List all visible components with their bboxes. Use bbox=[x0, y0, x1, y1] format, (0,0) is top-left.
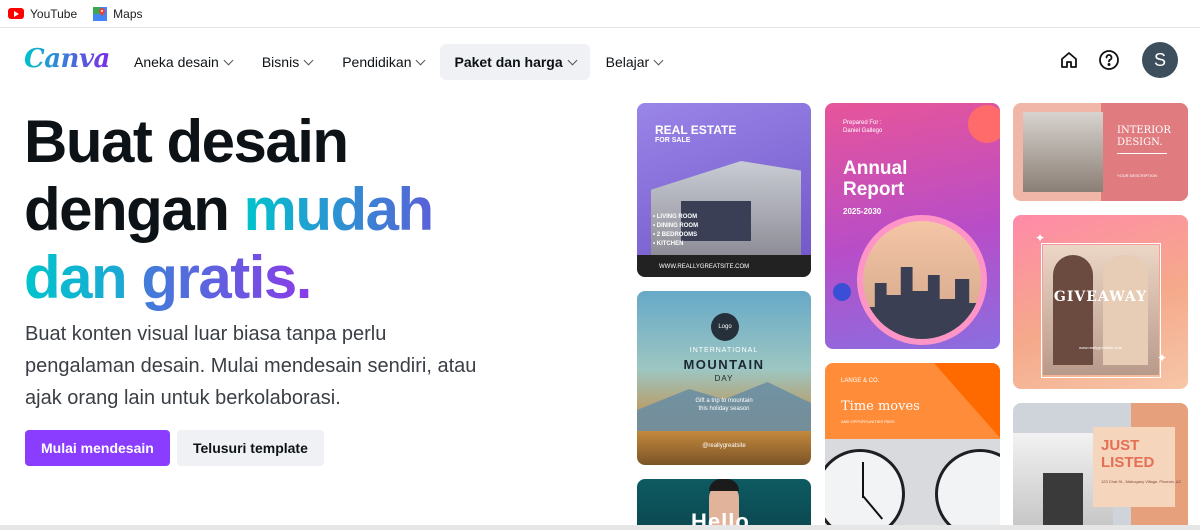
menu-label: Paket dan harga bbox=[454, 54, 563, 70]
template-title: GIVEAWAY bbox=[1053, 289, 1148, 305]
title-line: DESIGN. bbox=[1117, 137, 1163, 148]
menu-pendidikan[interactable]: Pendidikan bbox=[328, 44, 438, 80]
chevron-down-icon bbox=[303, 55, 314, 65]
main-menu: Aneka desain Bisnis Pendidikan Paket dan… bbox=[120, 44, 676, 80]
hero-title-text: dengan bbox=[24, 176, 244, 243]
hero-title-line-1: Buat desain bbox=[24, 108, 349, 175]
template-annual-report[interactable]: Prepared For : Daniel Gallego Annual Rep… bbox=[825, 103, 1000, 349]
title-line: LISTED bbox=[1101, 454, 1155, 471]
room-image bbox=[1023, 112, 1103, 192]
youtube-icon bbox=[8, 8, 24, 19]
menu-label: Aneka desain bbox=[134, 54, 219, 70]
template-title: JUST LISTED bbox=[1101, 437, 1154, 471]
template-brand: LANGE & CO. bbox=[841, 378, 880, 384]
menu-aneka-desain[interactable]: Aneka desain bbox=[120, 44, 246, 80]
decor-panel bbox=[1101, 103, 1188, 201]
template-mountain-day[interactable]: Logo INTERNATIONAL MOUNTAIN DAY Gift a t… bbox=[637, 291, 811, 465]
hero-subtitle: Buat konten visual luar biasa tanpa perl… bbox=[25, 323, 477, 409]
template-title: Time moves bbox=[841, 399, 920, 414]
template-years: 2025-2030 bbox=[843, 207, 882, 216]
hero-title-highlight: mudah bbox=[243, 176, 435, 243]
bookmark-label: YouTube bbox=[30, 6, 78, 21]
template-line-3: DAY bbox=[714, 374, 734, 383]
bookmarks-bar: YouTube Maps bbox=[0, 0, 1200, 28]
template-handle: @reallygreatsite bbox=[702, 443, 746, 449]
feature-item: • LIVING ROOM bbox=[653, 214, 698, 220]
hero-title: Buat desain dengan mudah dan gratis. bbox=[24, 108, 624, 312]
person-hair bbox=[709, 479, 739, 491]
maps-icon bbox=[93, 6, 108, 21]
feature-item: • KITCHEN bbox=[653, 241, 684, 247]
template-hello[interactable]: Hello bbox=[637, 479, 811, 525]
bookmark-youtube[interactable]: YouTube bbox=[8, 7, 77, 21]
photo-frame bbox=[1041, 243, 1161, 378]
template-features: • LIVING ROOM • DINING ROOM • 2 BEDROOMS… bbox=[653, 213, 698, 249]
start-designing-button[interactable]: Mulai mendesain bbox=[25, 430, 170, 466]
template-interior-design[interactable]: INTERIOR DESIGN. YOUR DESCRIPTION bbox=[1013, 103, 1188, 201]
divider bbox=[1117, 153, 1167, 154]
chevron-down-icon bbox=[223, 55, 234, 65]
template-time-moves[interactable]: LANGE & CO. Time moves AND OPPORTUNITIES… bbox=[825, 363, 1000, 525]
help-icon[interactable] bbox=[1096, 47, 1122, 73]
template-address: 123 Chat St., Mahogany Village, Phoenix,… bbox=[1101, 479, 1181, 484]
hero-title-highlight: dan bbox=[24, 244, 142, 311]
bookmark-maps[interactable]: Maps bbox=[93, 6, 143, 21]
city-image bbox=[857, 215, 987, 345]
tagline-line: this holiday season bbox=[698, 406, 750, 412]
menu-bisnis[interactable]: Bisnis bbox=[248, 44, 326, 80]
feature-item: • DINING ROOM bbox=[653, 223, 699, 229]
title-line: Report bbox=[843, 179, 905, 200]
chevron-down-icon bbox=[567, 55, 578, 65]
canva-logo[interactable]: Canva bbox=[24, 44, 110, 74]
template-giveaway[interactable]: ✦ ✦ GIVEAWAY www.reallygreatsite.com bbox=[1013, 215, 1188, 389]
hero-title-highlight: gratis. bbox=[141, 244, 312, 311]
title-line: Annual bbox=[843, 158, 908, 179]
menu-label: Belajar bbox=[605, 54, 650, 70]
template-line-1: INTERNATIONAL bbox=[689, 347, 759, 354]
title-line: JUST bbox=[1101, 437, 1140, 454]
menu-label: Bisnis bbox=[261, 54, 300, 70]
template-line-2: MOUNTAIN bbox=[683, 357, 765, 372]
menu-paket-dan-harga[interactable]: Paket dan harga bbox=[440, 44, 590, 80]
avatar[interactable]: S bbox=[1142, 42, 1178, 78]
chevron-down-icon bbox=[416, 55, 426, 65]
hero-title-line-3: dan gratis. bbox=[24, 244, 624, 312]
decor-circle bbox=[833, 283, 851, 301]
template-just-listed[interactable]: JUST LISTED 123 Chat St., Mahogany Villa… bbox=[1013, 403, 1188, 525]
template-subtitle: FOR SALE bbox=[655, 137, 691, 144]
template-title: Annual Report bbox=[843, 158, 907, 200]
sparkle-icon: ✦ bbox=[1157, 351, 1168, 365]
tagline-line: Gift a trip to mountain bbox=[695, 398, 753, 404]
home-icon[interactable] bbox=[1056, 47, 1082, 73]
nav-actions: S bbox=[1056, 42, 1178, 78]
template-tagline: Gift a trip to mountain this holiday sea… bbox=[637, 397, 811, 413]
template-real-estate[interactable]: REAL ESTATE FOR SALE • LIVING ROOM • DIN… bbox=[637, 103, 811, 277]
decor-circle bbox=[968, 105, 1000, 143]
title-line: INTERIOR bbox=[1117, 125, 1171, 136]
template-prepared: Prepared For : Daniel Gallego bbox=[843, 119, 882, 135]
bookmark-label: Maps bbox=[113, 6, 143, 21]
chevron-down-icon bbox=[653, 55, 664, 65]
template-logo: Logo bbox=[711, 313, 739, 341]
menu-label: Pendidikan bbox=[342, 54, 412, 70]
top-nav: Canva Aneka desain Bisnis Pendidikan Pak… bbox=[0, 28, 1200, 96]
hero-title-line-2: dengan mudah bbox=[24, 176, 624, 244]
sparkle-icon: ✦ bbox=[1035, 231, 1046, 245]
feature-item: • 2 BEDROOMS bbox=[653, 232, 698, 238]
browse-templates-button[interactable]: Telusuri template bbox=[177, 430, 324, 466]
template-title: Hello bbox=[691, 509, 750, 525]
template-small-text: YOUR DESCRIPTION bbox=[1117, 173, 1158, 178]
template-title: REAL ESTATE bbox=[655, 123, 737, 137]
prepared-label: Prepared For : bbox=[843, 120, 882, 126]
menu-belajar[interactable]: Belajar bbox=[592, 44, 677, 80]
template-subtitle: AND OPPORTUNITIES PASS bbox=[841, 419, 895, 424]
horizontal-scrollbar[interactable] bbox=[0, 525, 1200, 530]
prepared-name: Daniel Gallego bbox=[843, 128, 883, 134]
template-fine-print: www.reallygreatsite.com bbox=[1078, 345, 1123, 350]
template-url: WWW.REALLYGREATSITE.COM bbox=[659, 264, 750, 270]
template-title: INTERIOR DESIGN. bbox=[1117, 125, 1171, 149]
